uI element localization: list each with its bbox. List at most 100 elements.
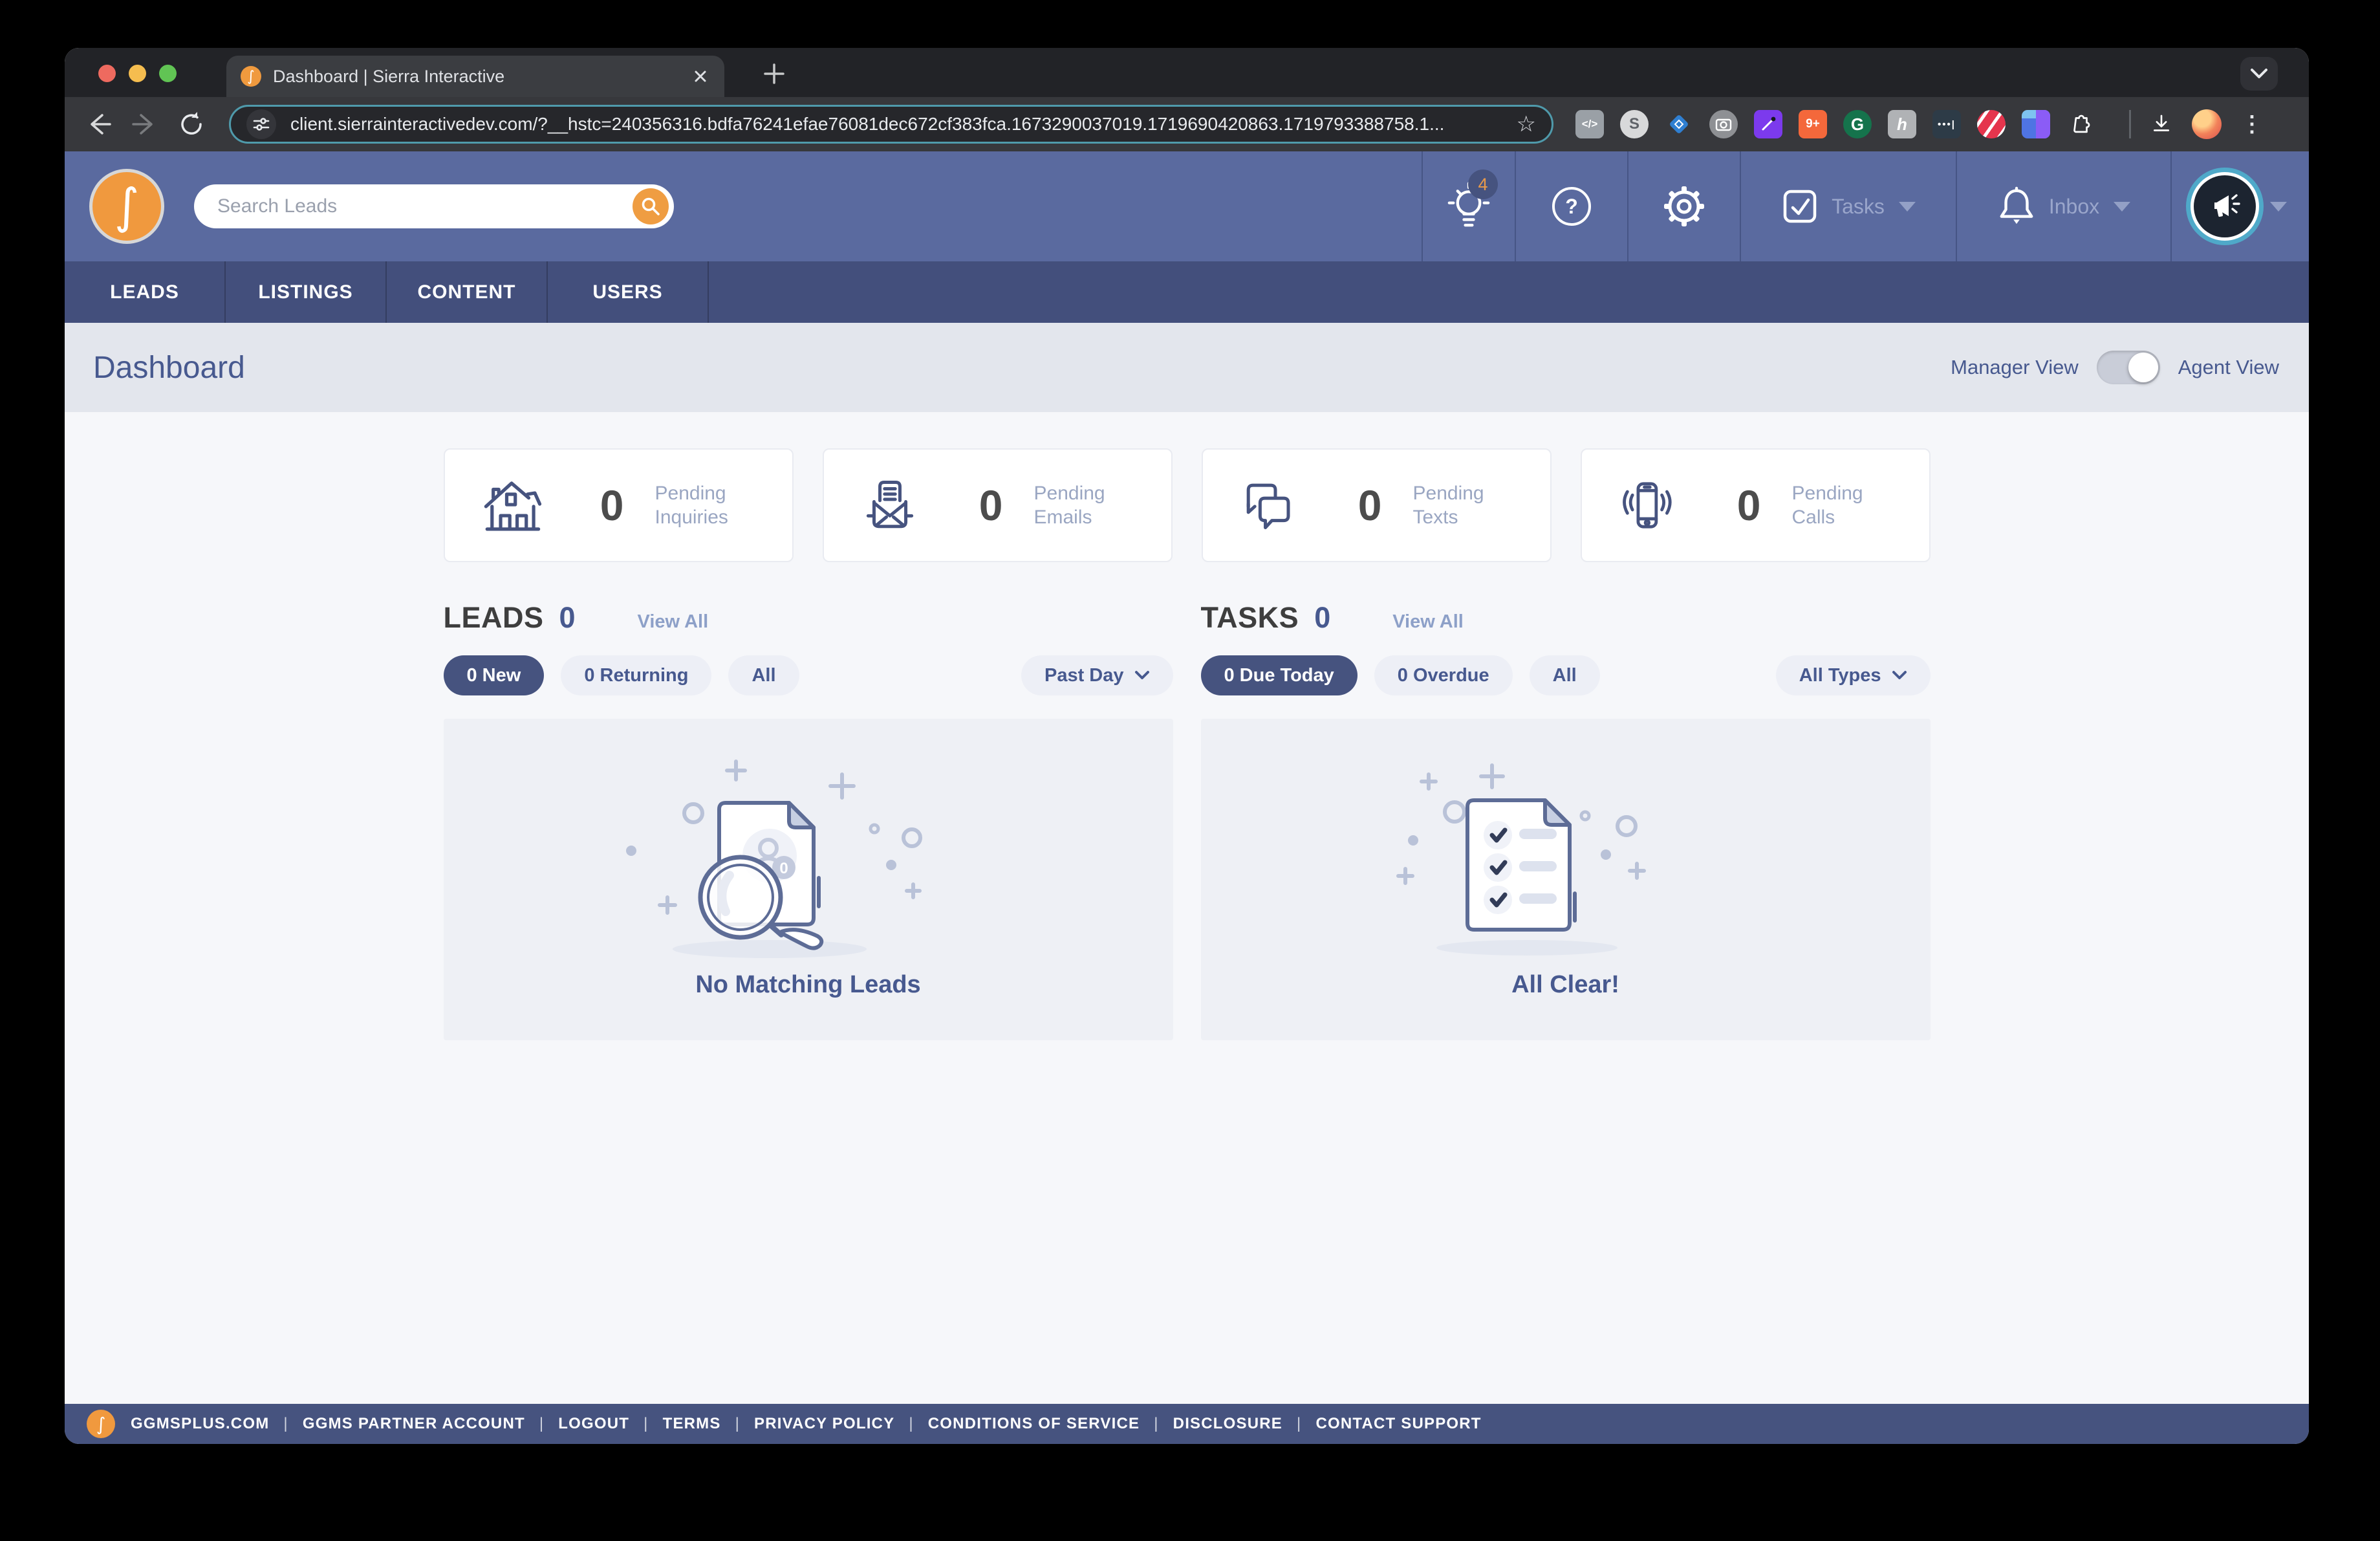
page-header: Dashboard Manager View Agent View	[65, 323, 2309, 412]
filter-overdue[interactable]: 0 Overdue	[1374, 655, 1513, 695]
address-bar[interactable]: client.sierrainteractivedev.com/?__hstc=…	[229, 105, 1553, 144]
new-tab-button[interactable]	[760, 60, 788, 88]
tasks-title: TASKS	[1200, 601, 1299, 634]
pending-calls-card[interactable]: 0 Pending Calls	[1580, 448, 1931, 562]
search-button[interactable]	[633, 188, 669, 224]
filter-new[interactable]: 0 New	[443, 655, 545, 695]
all-clear-illustration	[1396, 763, 1646, 956]
tasks-view-all-link[interactable]: View All	[1392, 611, 1464, 633]
browser-menu-kebab-icon[interactable]: ⋮	[2238, 110, 2266, 138]
search-bar	[194, 184, 674, 228]
stat-label: Pending Texts	[1412, 482, 1484, 529]
reload-button[interactable]	[177, 110, 206, 138]
tasks-section: TASKS 0 View All 0 Due Today 0 Overdue A…	[1200, 601, 1931, 1040]
ideas-button[interactable]: 4	[1422, 151, 1515, 261]
stat-value: 0	[1358, 481, 1382, 529]
house-icon	[484, 481, 541, 531]
footer-link-ggmsplus[interactable]: GGMSPLUS.COM	[131, 1415, 269, 1433]
nav-item-leads[interactable]: LEADS	[65, 261, 226, 323]
inbox-menu[interactable]: Inbox	[1956, 151, 2170, 261]
tasks-type-dropdown[interactable]: All Types	[1775, 655, 1931, 695]
chevron-down-icon	[2114, 201, 2131, 212]
s-extension-icon[interactable]: S	[1620, 110, 1649, 138]
leads-title: LEADS	[443, 601, 544, 634]
extension-icons: </> S 9+ G h •••| ⋮	[1575, 109, 2266, 139]
filter-returning[interactable]: 0 Returning	[561, 655, 712, 695]
account-avatar[interactable]	[2194, 175, 2256, 237]
tasks-menu[interactable]: Tasks	[1740, 151, 1956, 261]
help-button[interactable]: ?	[1515, 151, 1627, 261]
search-input[interactable]	[216, 195, 633, 218]
nav-item-users[interactable]: USERS	[548, 261, 709, 323]
view-toggle-knob[interactable]	[2128, 353, 2158, 382]
leads-range-dropdown[interactable]: Past Day	[1021, 655, 1173, 695]
footer-link-terms[interactable]: TERMS	[629, 1415, 720, 1433]
app-footer: ∫ GGMSPLUS.COM GGMS PARTNER ACCOUNT LOGO…	[65, 1404, 2309, 1444]
tab-favicon-icon: ∫	[241, 66, 261, 87]
footer-link-disclosure[interactable]: DISCLOSURE	[1140, 1415, 1282, 1433]
filter-all-tasks[interactable]: All	[1529, 655, 1600, 695]
red-striped-extension-icon[interactable]	[1977, 110, 2006, 138]
eyedropper-extension-icon[interactable]	[1754, 110, 1782, 138]
pending-inquiries-card[interactable]: 0 Pending Inquiries	[443, 448, 794, 562]
footer-link-privacy[interactable]: PRIVACY POLICY	[721, 1415, 895, 1433]
footer-links: GGMSPLUS.COM GGMS PARTNER ACCOUNT LOGOUT…	[131, 1415, 1482, 1433]
minimize-window-button[interactable]	[129, 65, 146, 82]
downloads-icon[interactable]	[2147, 110, 2176, 138]
stat-label: Pending Inquiries	[654, 482, 728, 529]
stat-value: 0	[979, 481, 1003, 529]
browser-toolbar: client.sierrainteractivedev.com/?__hstc=…	[65, 97, 2309, 151]
h-extension-icon[interactable]: h	[1888, 110, 1916, 138]
browser-profile-avatar[interactable]	[2192, 109, 2222, 139]
chevron-down-icon	[1892, 671, 1907, 679]
footer-link-conditions[interactable]: CONDITIONS OF SERVICE	[894, 1415, 1140, 1433]
email-icon	[866, 481, 913, 529]
leads-count: 0	[559, 601, 576, 634]
toolbar-divider	[2129, 110, 2131, 138]
nav-item-listings[interactable]: LISTINGS	[226, 261, 387, 323]
filter-due-today[interactable]: 0 Due Today	[1200, 655, 1358, 695]
url-text[interactable]: client.sierrainteractivedev.com/?__hstc=…	[290, 114, 1509, 135]
settings-button[interactable]	[1627, 151, 1740, 261]
account-menu[interactable]	[2170, 151, 2309, 261]
grammarly-extension-icon[interactable]: G	[1843, 110, 1872, 138]
forward-button[interactable]	[131, 110, 159, 138]
diamond-extension-icon[interactable]	[1665, 110, 1693, 138]
tab-title: Dashboard | Sierra Interactive	[273, 66, 505, 86]
close-window-button[interactable]	[98, 65, 116, 82]
pending-emails-card[interactable]: 0 Pending Emails	[822, 448, 1173, 562]
megaphone-icon	[2214, 194, 2240, 217]
sierra-logo[interactable]: ∫	[89, 169, 164, 244]
password-extension-icon[interactable]: •••|	[1932, 110, 1961, 138]
fullscreen-window-button[interactable]	[159, 65, 177, 82]
back-button[interactable]	[84, 110, 113, 138]
extensions-puzzle-icon[interactable]	[2066, 110, 2095, 138]
chevron-down-icon	[1134, 671, 1149, 679]
leads-empty-caption: No Matching Leads	[695, 971, 921, 998]
pending-texts-card[interactable]: 0 Pending Texts	[1201, 448, 1552, 562]
devtools-extension-icon[interactable]: </>	[1575, 110, 1604, 138]
footer-logo: ∫	[87, 1410, 115, 1438]
bookmark-star-icon[interactable]: ☆	[1517, 111, 1536, 137]
browser-tab[interactable]: ∫ Dashboard | Sierra Interactive	[226, 56, 724, 97]
leads-view-all-link[interactable]: View All	[638, 611, 709, 633]
agent-view-label: Agent View	[2178, 356, 2279, 378]
footer-link-support[interactable]: CONTACT SUPPORT	[1282, 1415, 1482, 1433]
split-color-extension-icon[interactable]	[2022, 110, 2050, 138]
nav-item-content[interactable]: CONTENT	[387, 261, 548, 323]
footer-link-logout[interactable]: LOGOUT	[525, 1415, 629, 1433]
leads-filters: 0 New 0 Returning All Past Day	[443, 655, 1173, 695]
tasks-empty-caption: All Clear!	[1511, 971, 1619, 998]
nineplus-extension-icon[interactable]: 9+	[1799, 110, 1827, 138]
tab-close-icon[interactable]	[691, 67, 710, 86]
footer-link-partner[interactable]: GGMS PARTNER ACCOUNT	[269, 1415, 525, 1433]
camera-extension-icon[interactable]	[1709, 110, 1738, 138]
filter-all[interactable]: All	[728, 655, 799, 695]
dashboard-content: 0 Pending Inquiries 0 Pending Emails 0 P…	[65, 412, 2309, 1404]
tab-search-button[interactable]	[2240, 57, 2278, 91]
tasks-filters: 0 Due Today 0 Overdue All All Types	[1200, 655, 1931, 695]
help-icon: ?	[1552, 187, 1591, 226]
view-toggle[interactable]	[2096, 351, 2160, 384]
site-settings-icon[interactable]	[246, 109, 276, 139]
app-header: ∫ 4 ?	[65, 151, 2309, 261]
